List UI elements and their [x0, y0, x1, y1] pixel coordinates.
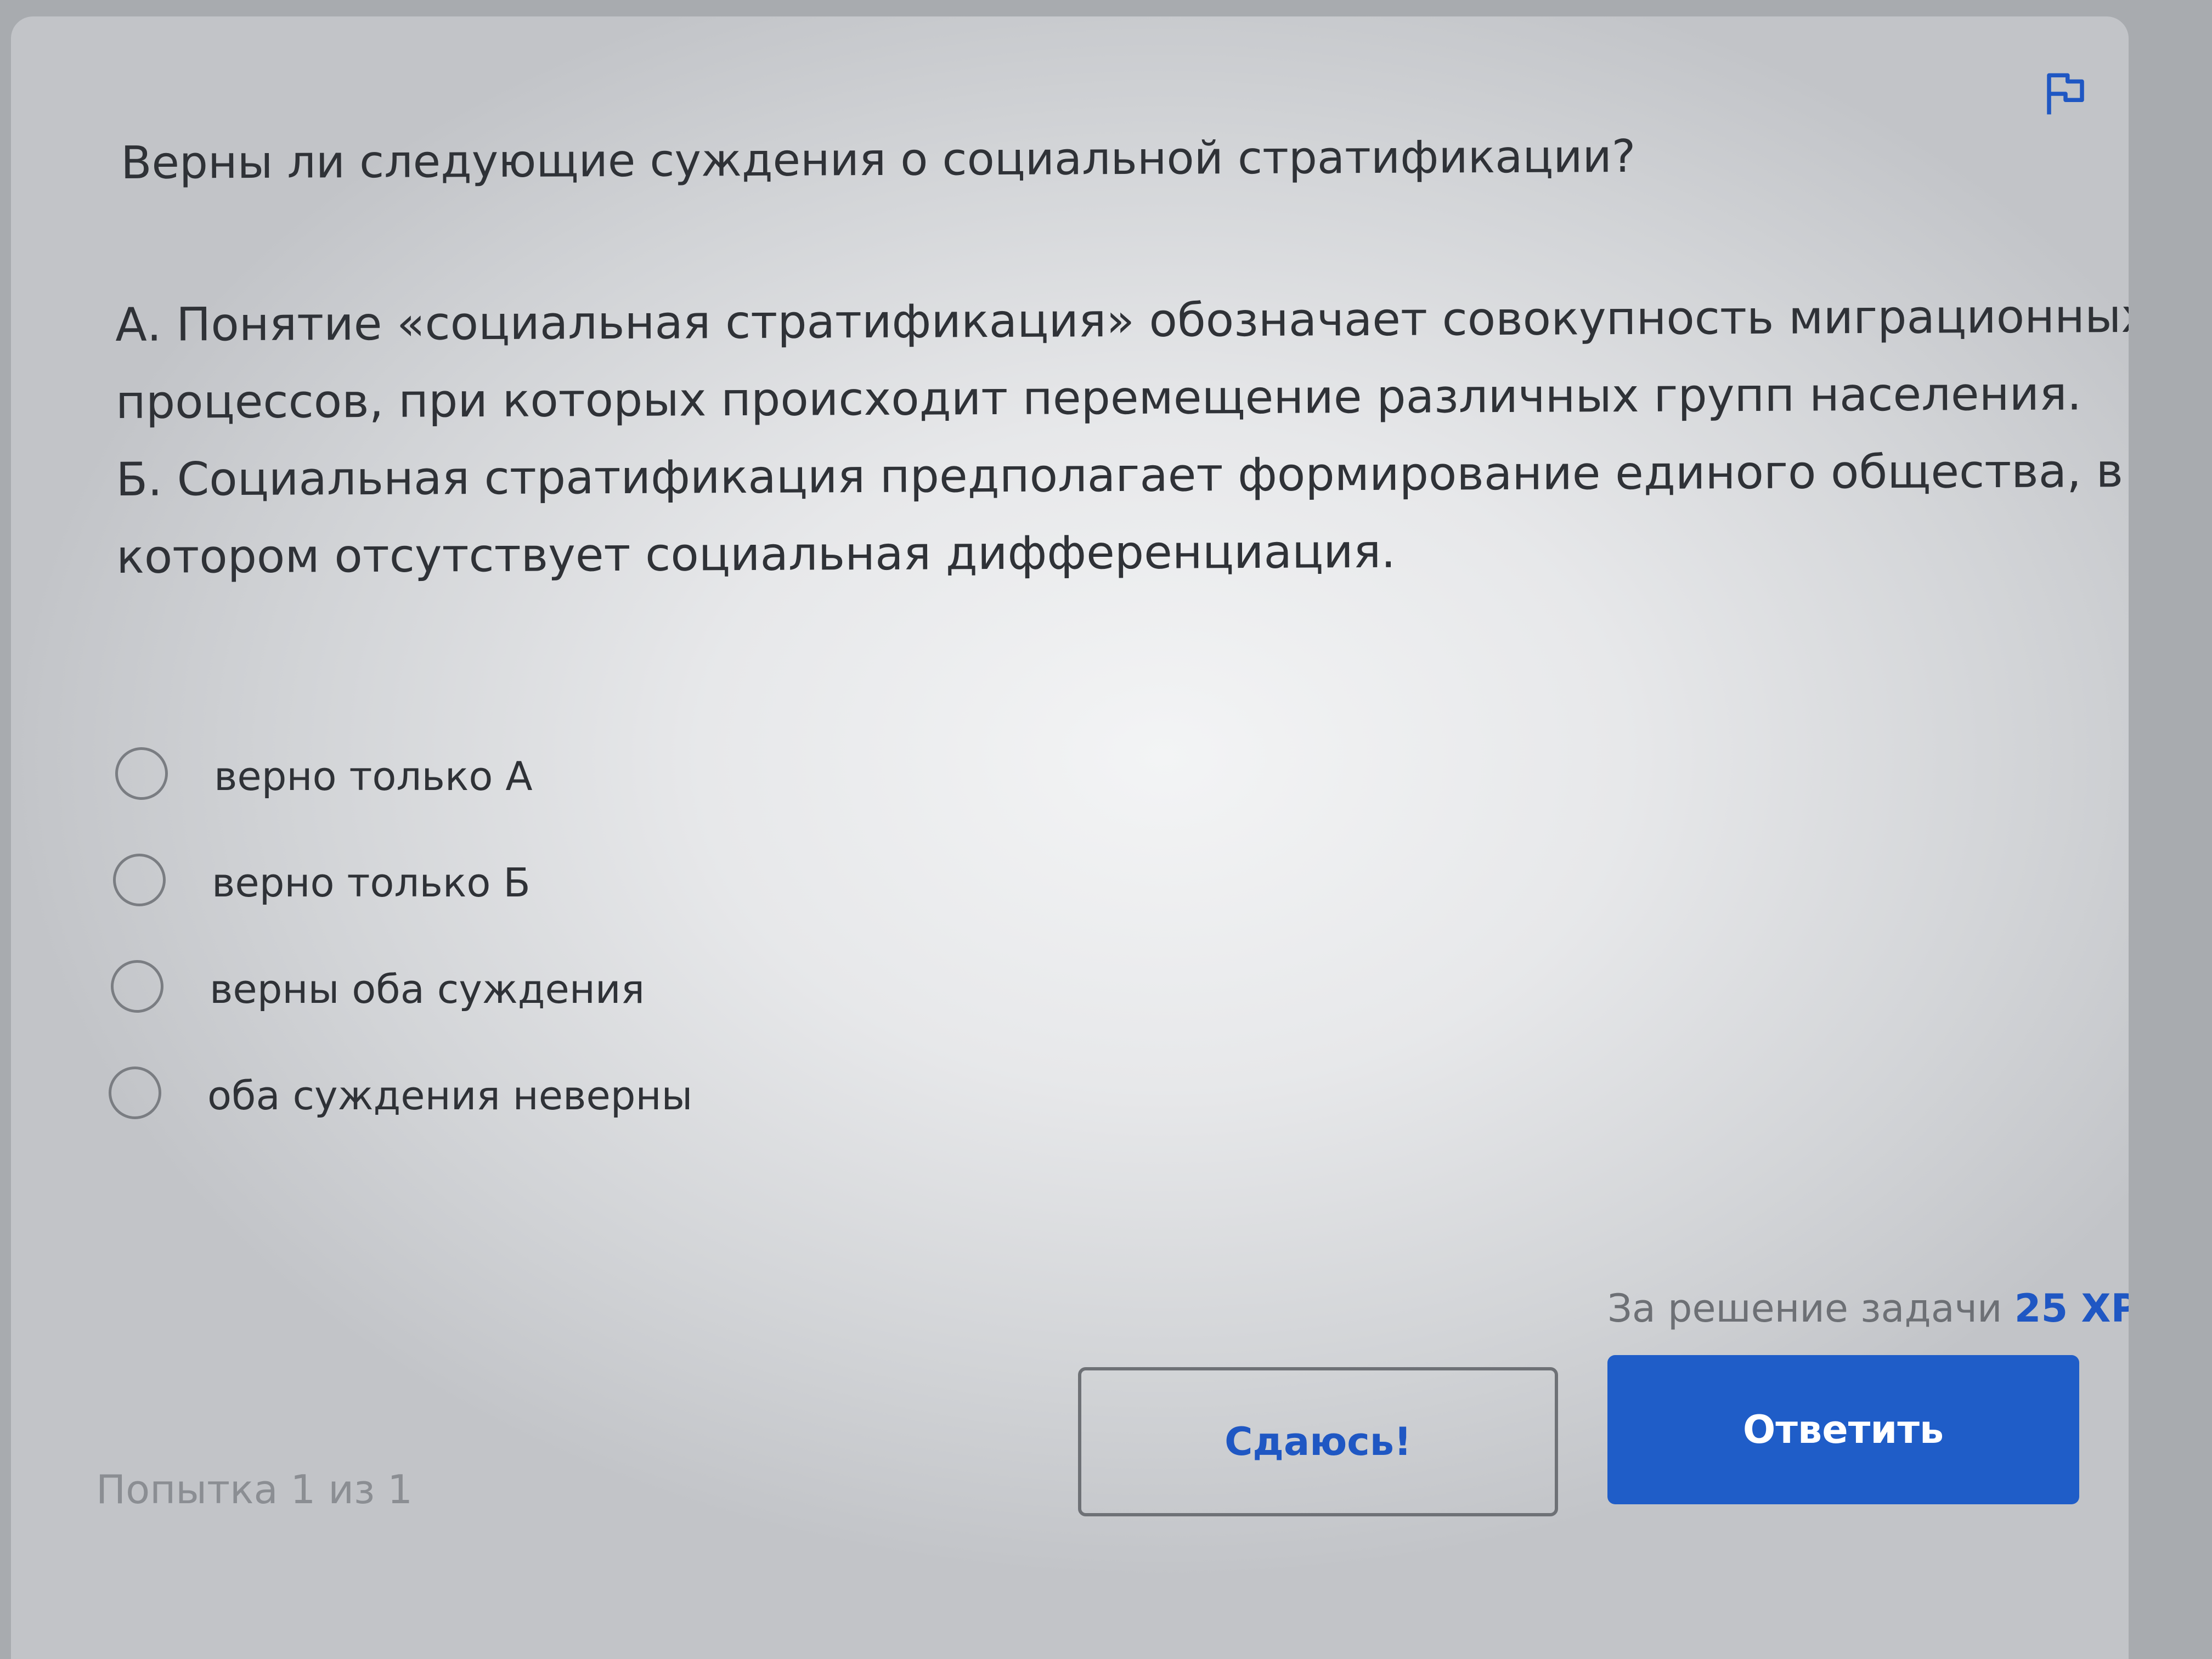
xp-value: 25 XP: [2014, 1286, 2129, 1331]
option-label: верно только Б: [212, 860, 531, 906]
answer-button[interactable]: Ответить: [1607, 1355, 2079, 1504]
option-both-true[interactable]: верны оба суждения: [94, 959, 972, 1019]
radio-button[interactable]: [115, 747, 168, 800]
task-card: Верны ли следующие суждения о социальной…: [11, 16, 2129, 1659]
give-up-button[interactable]: Сдаюсь!: [1078, 1367, 1558, 1516]
flag-icon[interactable]: [2041, 69, 2090, 119]
attempt-counter: Попытка 1 из 1: [96, 1466, 413, 1513]
statements: А. Понятие «социальная стратификация» об…: [115, 278, 2129, 596]
option-only-b[interactable]: верно только Б: [97, 853, 974, 913]
statement-line: А. Понятие «социальная стратификация» об…: [115, 289, 2129, 352]
option-label: верно только А: [214, 753, 533, 799]
statement-line: Б. Социальная стратификация предполагает…: [116, 444, 2124, 506]
question-title: Верны ли следующие суждения о социальной…: [121, 130, 1636, 189]
option-only-a[interactable]: верно только А: [99, 746, 977, 806]
option-label: верны оба суждения: [210, 966, 645, 1012]
radio-button[interactable]: [113, 854, 166, 906]
answer-options: верно только А верно только Б верны оба …: [99, 746, 977, 1172]
option-label: оба суждения неверны: [207, 1073, 693, 1119]
radio-button[interactable]: [111, 960, 163, 1013]
reward-text: За решение задачи: [1607, 1286, 2002, 1331]
radio-button[interactable]: [109, 1066, 161, 1119]
statement-line: процессов, при которых происходит переме…: [115, 366, 2082, 429]
statement-line: котором отсутствует социальная дифференц…: [116, 524, 1396, 584]
reward-info: За решение задачи 25 XP: [1607, 1284, 2129, 1333]
option-both-false[interactable]: оба суждения неверны: [92, 1065, 970, 1126]
